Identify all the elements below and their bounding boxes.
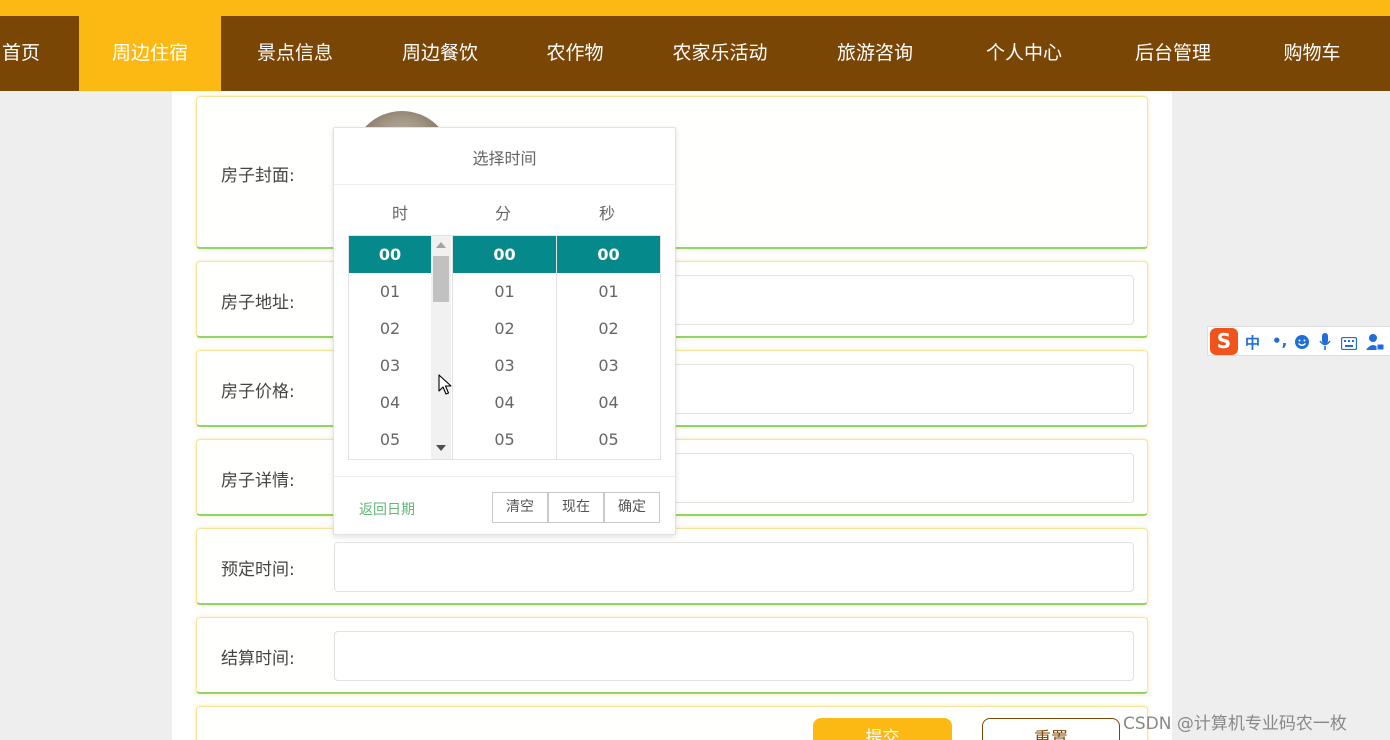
- mouse-pointer-icon: [438, 374, 452, 400]
- nav-item-cart[interactable]: 购物车: [1262, 16, 1362, 91]
- hour-scrollbar[interactable]: [431, 236, 451, 459]
- price-label: 房子价格:: [221, 382, 295, 402]
- hour-column[interactable]: 00 01 02 03 04 05: [349, 236, 451, 459]
- booking-time-label: 预定时间:: [221, 560, 295, 580]
- nav-item-profile[interactable]: 个人中心: [964, 16, 1084, 91]
- nav-item-farm-activities[interactable]: 农家乐活动: [655, 16, 785, 91]
- minute-option[interactable]: 04: [453, 384, 556, 421]
- time-picker-footer: 返回日期 清空 现在 确定: [334, 476, 675, 534]
- scroll-down-arrow-icon[interactable]: [436, 445, 446, 451]
- address-label: 房子地址:: [221, 293, 295, 313]
- minute-header: 分: [494, 204, 511, 223]
- second-header: 秒: [598, 204, 615, 223]
- keyboard-icon[interactable]: [1340, 335, 1358, 354]
- nav-item-travel-consult[interactable]: 旅游咨询: [815, 16, 935, 91]
- booking-time-input[interactable]: [334, 542, 1134, 592]
- nav-item-admin[interactable]: 后台管理: [1113, 16, 1233, 91]
- time-picker-popup: 选择时间 时 分 秒 00 01 02 03 04 05 00 01 02 03 04 05 00 0…: [333, 127, 676, 535]
- nav-item-crops[interactable]: 农作物: [525, 16, 625, 91]
- detail-label: 房子详情:: [221, 471, 295, 491]
- hour-header: 时: [391, 204, 408, 223]
- minute-column[interactable]: 00 01 02 03 04 05: [452, 236, 556, 459]
- emoji-icon[interactable]: [1294, 334, 1310, 354]
- hour-option[interactable]: 05: [349, 421, 431, 458]
- top-accent-strip: [0, 0, 1390, 16]
- minute-option[interactable]: 00: [453, 236, 556, 273]
- second-option[interactable]: 05: [557, 421, 660, 458]
- confirm-button[interactable]: 确定: [604, 492, 660, 523]
- clear-button[interactable]: 清空: [492, 492, 548, 523]
- minute-option[interactable]: 01: [453, 273, 556, 310]
- scroll-thumb[interactable]: [433, 256, 449, 302]
- ime-toolbar: S 中 •,: [1207, 326, 1390, 356]
- time-columns: 00 01 02 03 04 05 00 01 02 03 04 05 00 01 02 03 04 05: [348, 235, 661, 460]
- main-nav: 首页 周边住宿 景点信息 周边餐饮 农作物 农家乐活动 旅游咨询 个人中心 后台…: [0, 16, 1390, 91]
- hour-option[interactable]: 03: [349, 347, 431, 384]
- nav-item-home[interactable]: 首页: [0, 16, 60, 91]
- now-button[interactable]: 现在: [548, 492, 604, 523]
- hour-option[interactable]: 01: [349, 273, 431, 310]
- back-to-date-link[interactable]: 返回日期: [359, 499, 415, 519]
- second-option[interactable]: 03: [557, 347, 660, 384]
- user-settings-icon[interactable]: [1366, 333, 1385, 355]
- hour-option[interactable]: 02: [349, 310, 431, 347]
- ime-punctuation-toggle[interactable]: •,: [1272, 332, 1287, 350]
- second-column[interactable]: 00 01 02 03 04 05: [556, 236, 660, 459]
- nav-item-lodging[interactable]: 周边住宿: [79, 16, 221, 91]
- settle-time-row: 结算时间:: [196, 617, 1148, 694]
- nav-item-attractions[interactable]: 景点信息: [235, 16, 355, 91]
- minute-option[interactable]: 05: [453, 421, 556, 458]
- ime-mode-toggle[interactable]: 中: [1245, 332, 1260, 353]
- settle-time-label: 结算时间:: [221, 649, 295, 669]
- booking-time-row: 预定时间:: [196, 528, 1148, 605]
- time-picker-title: 选择时间: [334, 128, 675, 185]
- minute-option[interactable]: 03: [453, 347, 556, 384]
- cover-label: 房子封面:: [221, 166, 295, 186]
- nav-item-dining[interactable]: 周边餐饮: [380, 16, 500, 91]
- minute-option[interactable]: 02: [453, 310, 556, 347]
- second-option[interactable]: 00: [557, 236, 660, 273]
- microphone-icon[interactable]: [1319, 333, 1331, 355]
- watermark-text: CSDN @计算机专业码农一枚: [1123, 714, 1347, 734]
- reset-button[interactable]: 重置: [982, 718, 1120, 740]
- scroll-up-arrow-icon[interactable]: [436, 242, 446, 248]
- submit-button[interactable]: 提交: [813, 718, 952, 740]
- settle-time-input[interactable]: [334, 631, 1134, 681]
- second-option[interactable]: 04: [557, 384, 660, 421]
- hour-option[interactable]: 04: [349, 384, 431, 421]
- sogou-logo-icon[interactable]: S: [1210, 328, 1238, 355]
- second-option[interactable]: 01: [557, 273, 660, 310]
- second-option[interactable]: 02: [557, 310, 660, 347]
- hour-option[interactable]: 00: [349, 236, 431, 273]
